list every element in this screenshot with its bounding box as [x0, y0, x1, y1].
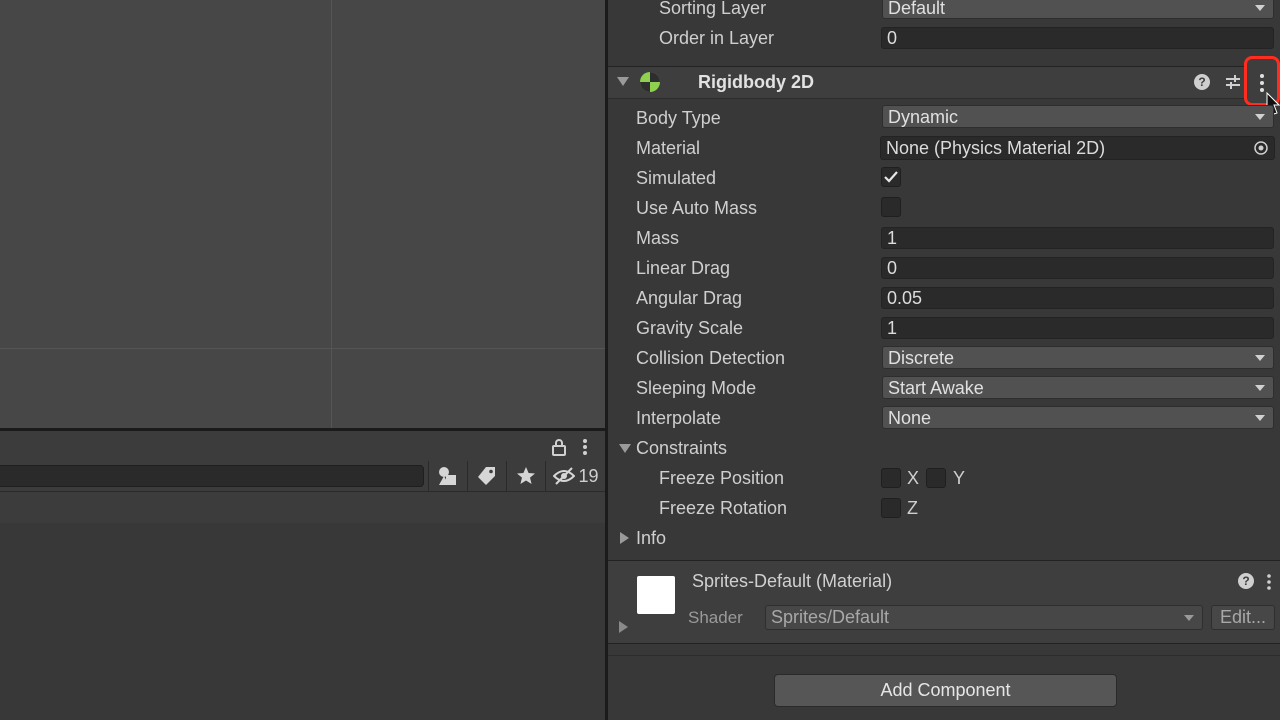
rigidbody-2d-icon — [640, 72, 660, 92]
gravity-scale-field[interactable]: 1 — [881, 317, 1274, 339]
sleeping-mode-dropdown[interactable]: Start Awake — [882, 376, 1274, 399]
simulated-label: Simulated — [636, 168, 717, 188]
linear-drag-label: Linear Drag — [636, 258, 731, 278]
interpolate-value: None — [888, 408, 932, 428]
kebab-menu-icon[interactable] — [1262, 572, 1276, 592]
freeze-position-label: Freeze Position — [659, 468, 785, 488]
shader-dropdown[interactable]: Sprites/Default — [765, 605, 1203, 630]
object-picker-icon[interactable] — [1254, 141, 1268, 155]
use-auto-mass-checkbox[interactable] — [881, 197, 901, 217]
sorting-layer-label: Sorting Layer — [659, 0, 767, 18]
sorting-layer-value: Default — [888, 0, 946, 18]
sorting-layer-dropdown[interactable]: Default — [882, 0, 1274, 19]
material-preview-swatch — [637, 576, 675, 614]
shader-edit-button[interactable]: Edit... — [1211, 605, 1275, 630]
hidden-count: 19 — [578, 465, 599, 486]
order-in-layer-label: Order in Layer — [659, 28, 775, 48]
collision-detection-value: Discrete — [888, 348, 955, 368]
label-filter-icon[interactable] — [467, 461, 506, 491]
constraints-label[interactable]: Constraints — [636, 438, 727, 459]
project-window-header — [0, 431, 606, 461]
chevron-down-icon — [1255, 114, 1265, 120]
collision-detection-dropdown[interactable]: Discrete — [882, 346, 1274, 369]
foldout-expanded-icon[interactable] — [617, 77, 629, 86]
material-label: Material — [636, 138, 701, 158]
simulated-checkbox[interactable] — [881, 167, 901, 187]
project-search-input[interactable] — [0, 465, 424, 487]
checkmark-icon — [884, 171, 898, 183]
interpolate-dropdown[interactable]: None — [882, 406, 1274, 429]
project-breadcrumb-bar — [0, 491, 606, 523]
freeze-position-y-checkbox[interactable] — [926, 468, 946, 488]
add-component-button[interactable]: Add Component — [774, 674, 1117, 707]
project-content[interactable] — [0, 523, 606, 720]
freeze-rotation-z-checkbox[interactable] — [881, 498, 901, 518]
use-auto-mass-label: Use Auto Mass — [636, 198, 758, 218]
chevron-down-icon — [1255, 415, 1265, 421]
shader-label: Shader — [688, 608, 743, 627]
x-axis-label: X — [907, 468, 920, 488]
gravity-scale-label: Gravity Scale — [636, 318, 744, 338]
chevron-down-icon — [1255, 5, 1265, 11]
rigidbody-title: Rigidbody 2D — [698, 72, 814, 92]
hidden-visibility-icon — [553, 467, 576, 485]
material-object-field[interactable]: None (Physics Material 2D) — [880, 136, 1275, 160]
material-name: Sprites-Default (Material) — [692, 571, 893, 591]
collision-detection-label: Collision Detection — [636, 348, 786, 368]
freeze-position-x-checkbox[interactable] — [881, 468, 901, 488]
y-axis-label: Y — [953, 468, 966, 488]
constraints-foldout-icon[interactable] — [619, 444, 631, 453]
material-foldout-icon[interactable] — [619, 621, 628, 633]
hidden-packages-toggle[interactable]: 19 — [545, 461, 606, 491]
info-foldout-icon[interactable] — [620, 532, 629, 544]
favorite-star-icon[interactable] — [506, 461, 545, 491]
chevron-down-icon — [1255, 355, 1265, 361]
help-icon[interactable]: ? — [1194, 74, 1210, 90]
kebab-menu-icon[interactable] — [1255, 72, 1269, 94]
lock-icon[interactable] — [548, 436, 570, 458]
kebab-menu-icon[interactable] — [574, 436, 596, 458]
type-filter-icon[interactable] — [428, 461, 467, 491]
material-value: None (Physics Material 2D) — [886, 138, 1106, 158]
sleeping-mode-value: Start Awake — [888, 378, 984, 398]
linear-drag-field[interactable]: 0 — [881, 257, 1274, 279]
mass-field[interactable]: 1 — [881, 227, 1274, 249]
chevron-down-icon — [1184, 615, 1194, 621]
sleeping-mode-label: Sleeping Mode — [636, 378, 757, 398]
order-in-layer-field[interactable]: 0 — [881, 27, 1274, 49]
body-type-label: Body Type — [636, 108, 721, 128]
mass-label: Mass — [636, 228, 680, 248]
section-divider — [608, 643, 1280, 644]
section-divider — [608, 655, 1280, 656]
angular-drag-field[interactable]: 0.05 — [881, 287, 1274, 309]
shader-value: Sprites/Default — [771, 607, 890, 627]
chevron-down-icon — [1255, 385, 1265, 391]
freeze-rotation-label: Freeze Rotation — [659, 498, 788, 518]
body-type-value: Dynamic — [888, 107, 959, 127]
info-label[interactable]: Info — [636, 528, 666, 549]
body-type-dropdown[interactable]: Dynamic — [882, 105, 1274, 128]
scene-view[interactable] — [0, 0, 605, 428]
angular-drag-label: Angular Drag — [636, 288, 743, 308]
help-icon[interactable]: ? — [1238, 573, 1254, 589]
z-axis-label: Z — [907, 498, 918, 518]
presets-sliders-icon[interactable] — [1224, 73, 1242, 91]
interpolate-label: Interpolate — [636, 408, 722, 428]
